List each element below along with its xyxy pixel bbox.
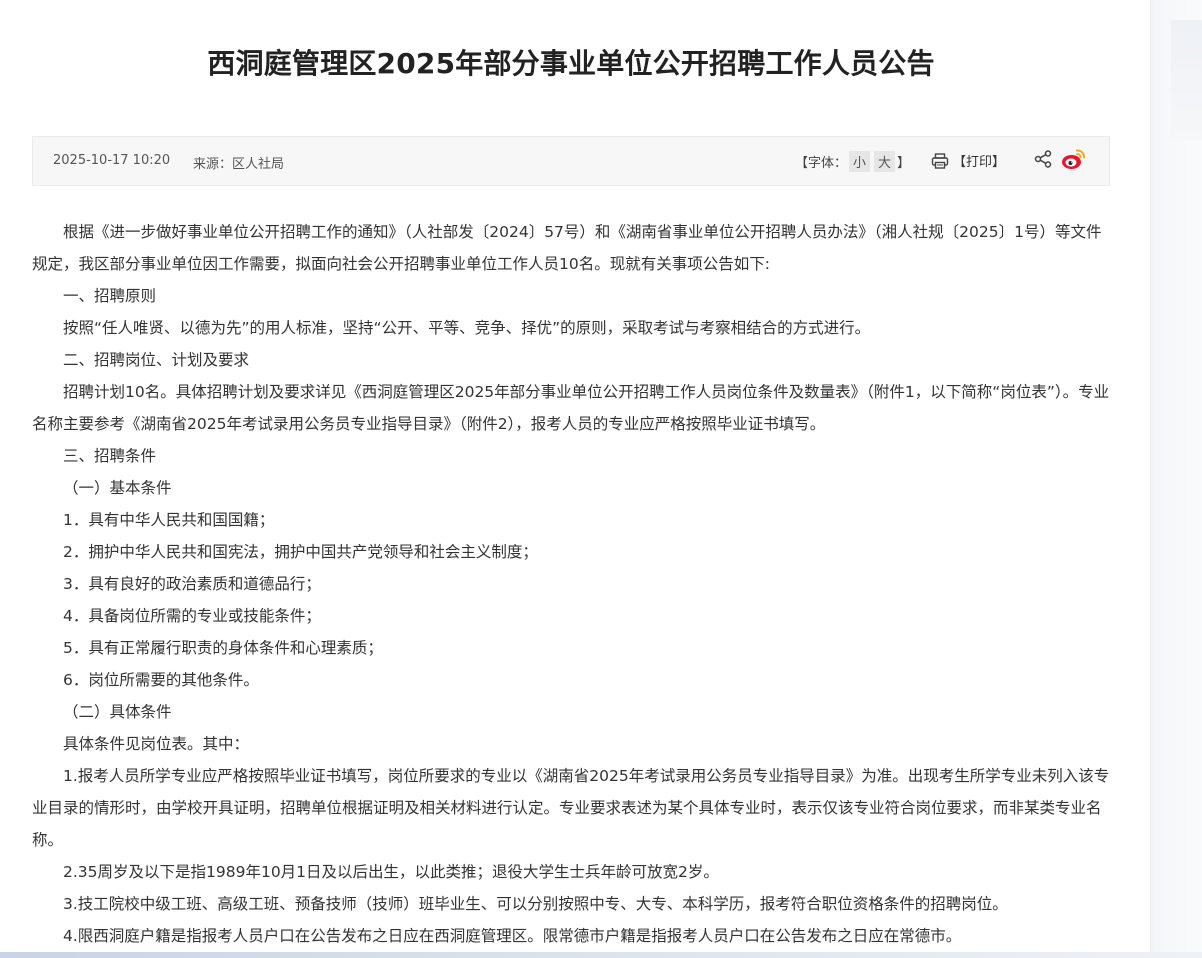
list-item: 3．具有良好的政治素质和道德品行； — [63, 575, 321, 593]
weibo-icon[interactable] — [1061, 147, 1087, 171]
article-meta-bar: 2025-10-17 10:20 来源：区人社局 【字体： 小 大 】 【打印】 — [32, 136, 1110, 186]
subheading-specific-conditions: （二）具体条件 — [63, 703, 172, 721]
side-panel-shade — [1171, 20, 1202, 140]
font-size-label-prefix: 【字体： — [795, 156, 848, 171]
list-item: 2.35周岁及以下是指1989年10月1日及以后出生，以此类推；退役大学生士兵年… — [63, 863, 719, 881]
paragraph-intro: 根据《进一步做好事业单位公开招聘工作的通知》（人社部发〔2024〕57号）和《湖… — [32, 223, 1102, 273]
article-body: 根据《进一步做好事业单位公开招聘工作的通知》（人社部发〔2024〕57号）和《湖… — [32, 216, 1110, 952]
paragraph-specific-intro: 具体条件见岗位表。其中： — [63, 735, 250, 753]
article-title: 西洞庭管理区2025年部分事业单位公开招聘工作人员公告 — [207, 47, 935, 80]
section-heading-principles: 一、招聘原则 — [63, 287, 157, 305]
list-item: 1．具有中华人民共和国国籍； — [63, 511, 275, 529]
font-small-button[interactable]: 小 — [849, 151, 871, 172]
section-heading-conditions: 三、招聘条件 — [63, 447, 157, 465]
font-size-control: 【字体： 小 大 】 — [795, 151, 910, 172]
subheading-basic-conditions: （一）基本条件 — [63, 479, 172, 497]
print-button[interactable]: 【打印】 — [931, 151, 1005, 170]
list-item: 4.限西洞庭户籍是指报考人员户口在公告发布之日应在西洞庭管理区。限常德市户籍是指… — [63, 927, 962, 945]
publish-date: 2025-10-17 10:20 — [53, 153, 171, 168]
list-item: 4．具备岗位所需的专业或技能条件； — [63, 607, 321, 625]
list-item: 1.报考人员所学专业应严格按照毕业证书填写，岗位所要求的专业以《湖南省2025年… — [32, 767, 1110, 849]
list-item: 2．拥护中华人民共和国宪法，拥护中国共产党领导和社会主义制度； — [63, 543, 538, 561]
section-heading-positions: 二、招聘岗位、计划及要求 — [63, 351, 250, 369]
paragraph-positions: 招聘计划10名。具体招聘计划及要求详见《西洞庭管理区2025年部分事业单位公开招… — [32, 383, 1110, 433]
font-size-label-suffix: 】 — [897, 156, 911, 171]
share-icon[interactable] — [1033, 149, 1053, 169]
list-item: 5．具有正常履行职责的身体条件和心理素质； — [63, 639, 383, 657]
list-item: 3.技工院校中级工班、高级工班、预备技师（技师）班毕业生、可以分别按照中专、大专… — [63, 895, 1008, 913]
page: 西洞庭管理区2025年部分事业单位公开招聘工作人员公告 2025-10-17 1… — [0, 0, 1202, 958]
right-side-panel — [1150, 0, 1202, 958]
window-bottom-edge — [0, 952, 1202, 958]
list-item: 6．岗位所需要的其他条件。 — [63, 671, 259, 689]
printer-icon — [931, 152, 949, 169]
article-source: 来源：区人社局 — [193, 157, 285, 172]
print-label: 【打印】 — [953, 155, 1006, 170]
paragraph-principles: 按照“任人唯贤、以德为先”的用人标准，坚持“公开、平等、竞争、择优”的原则，采取… — [63, 319, 871, 337]
font-large-button[interactable]: 大 — [874, 151, 896, 172]
